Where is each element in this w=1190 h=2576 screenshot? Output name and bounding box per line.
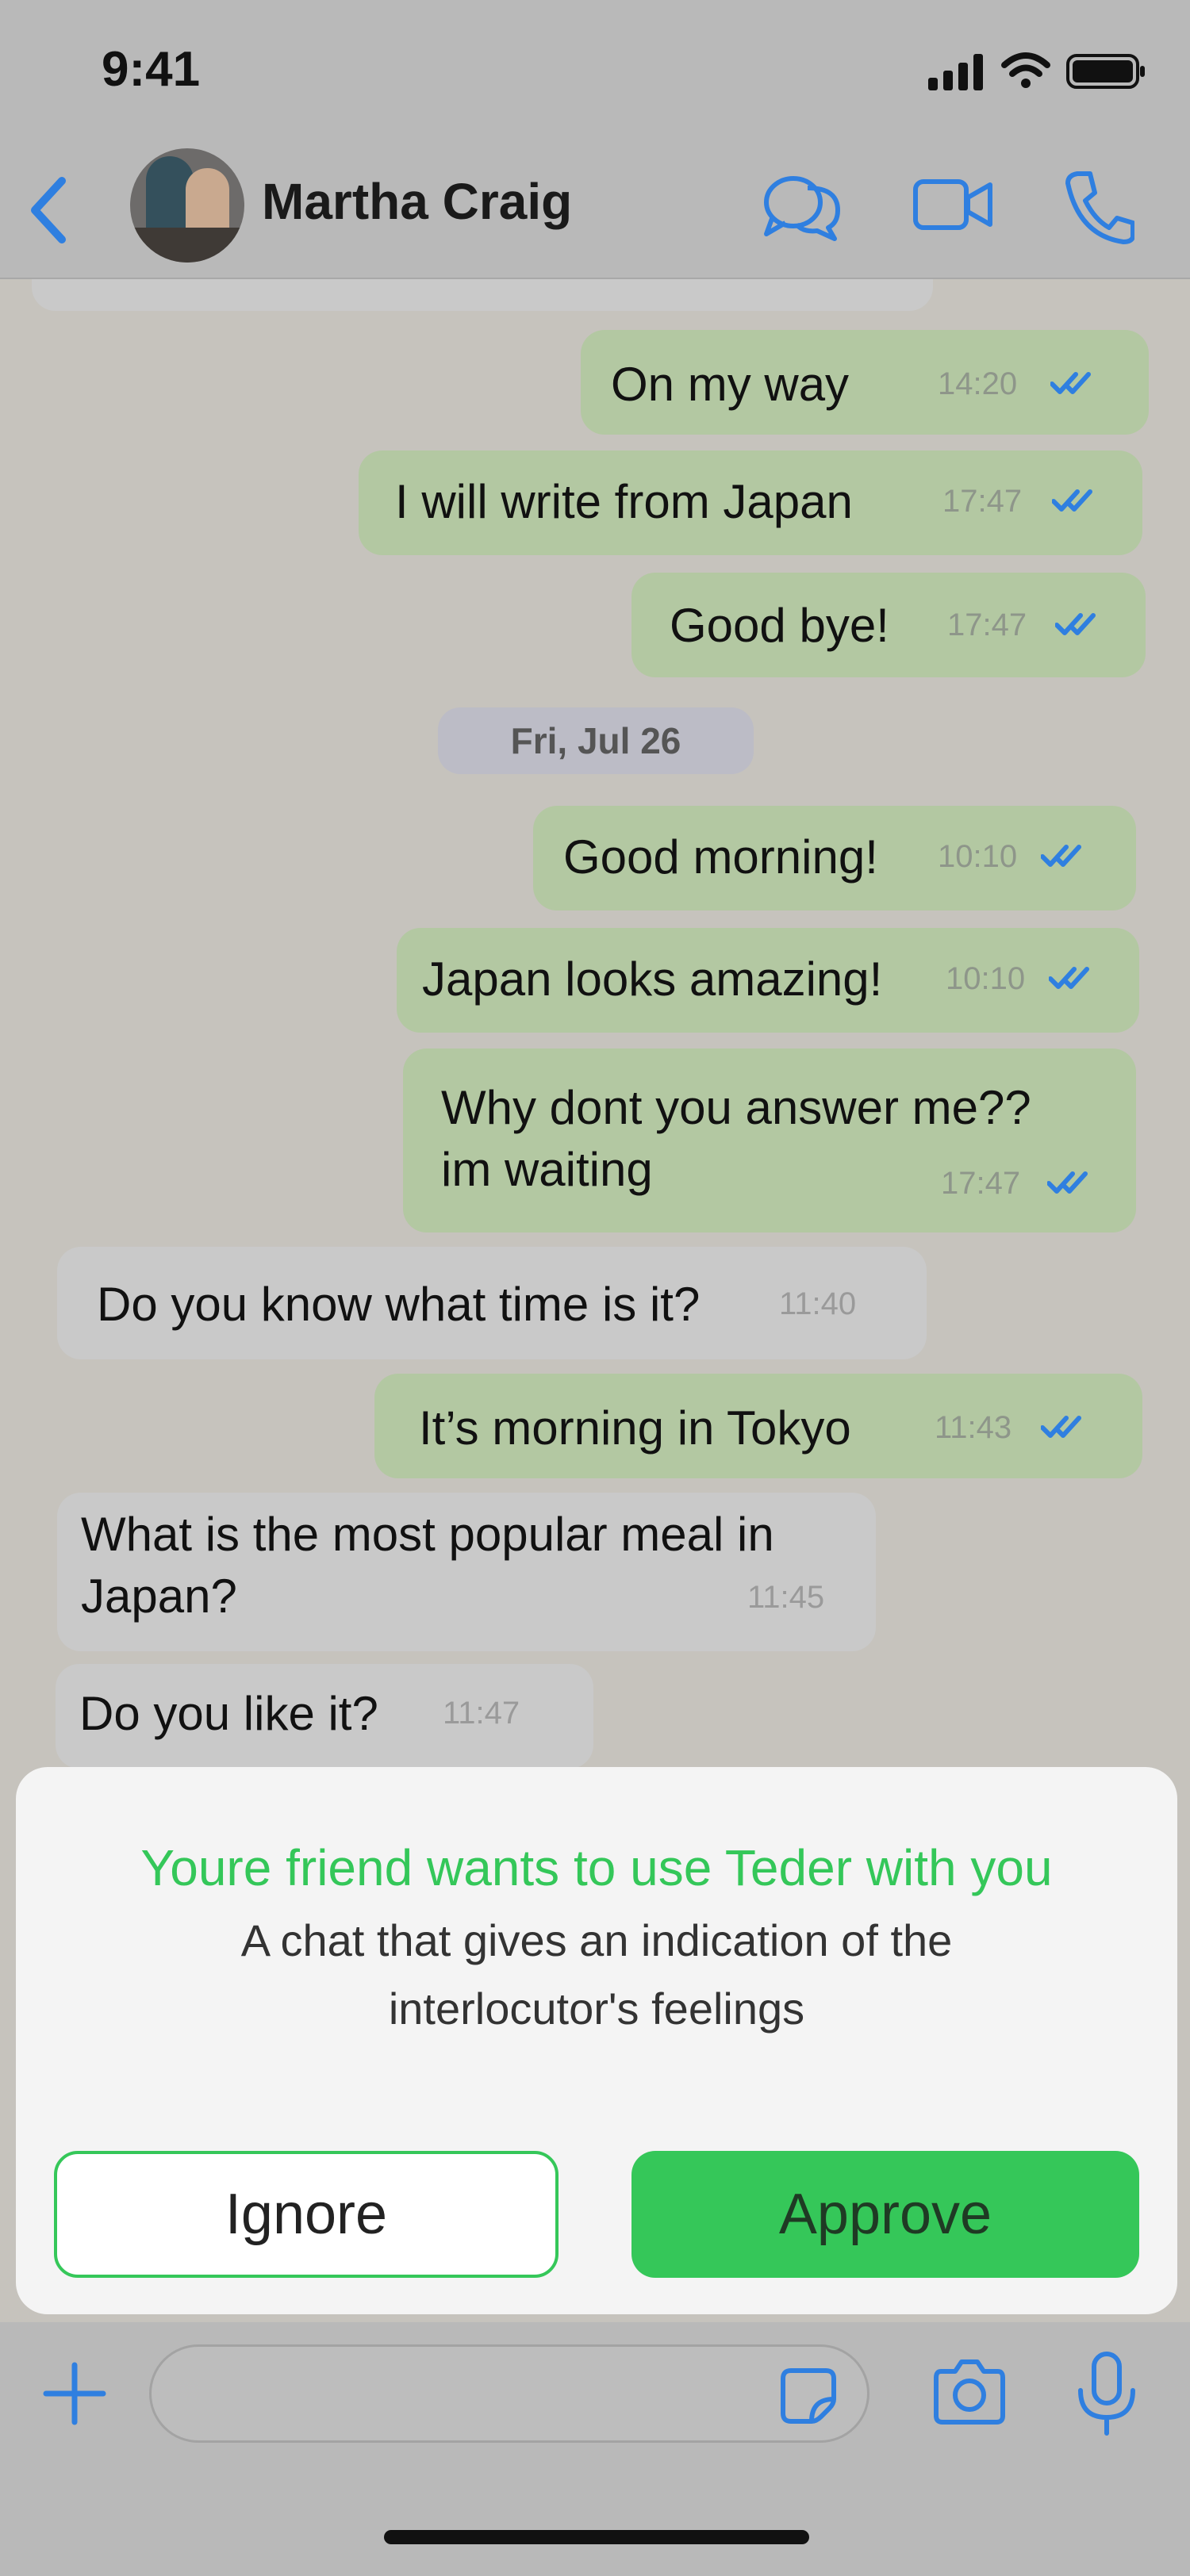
- message-text: It’s morning in Tokyo: [419, 1401, 851, 1455]
- message-time: 11:45: [747, 1580, 825, 1615]
- message-text: Good morning!: [563, 830, 878, 884]
- approve-button[interactable]: Approve: [631, 2151, 1139, 2278]
- double-check-icon: [1052, 489, 1092, 512]
- message-bubble-incoming[interactable]: Do you know what time is it? 11:40: [57, 1247, 927, 1359]
- message-input[interactable]: [149, 2344, 869, 2443]
- contact-name[interactable]: Martha Craig: [262, 172, 572, 231]
- message-time: 14:20: [938, 366, 1018, 401]
- message-bubble-incoming[interactable]: What is the most popular meal in Japan? …: [57, 1493, 876, 1651]
- message-time: 17:47: [942, 484, 1023, 519]
- double-check-icon: [1041, 1416, 1081, 1438]
- message-bubble-outgoing[interactable]: I will write from Japan 17:47: [359, 450, 1142, 555]
- message-bubble-outgoing[interactable]: On my way 14:20: [581, 330, 1149, 435]
- message-text: On my way: [611, 358, 850, 411]
- message-text-line2: Japan?: [81, 1570, 237, 1623]
- double-check-icon: [1041, 845, 1081, 867]
- message-text: Good bye!: [670, 599, 889, 652]
- message-text-line1: Why dont you answer me??: [441, 1081, 1031, 1134]
- invite-dialog: Youre friend wants to use Teder with you…: [16, 1767, 1177, 2314]
- signal-icon: [928, 54, 983, 90]
- back-chevron-icon[interactable]: [24, 174, 71, 246]
- avatar[interactable]: [130, 148, 244, 263]
- message-time: 17:47: [947, 608, 1027, 642]
- message-bubble-outgoing[interactable]: Japan looks amazing! 10:10: [397, 928, 1139, 1033]
- status-bar: 9:41: [0, 0, 1190, 139]
- date-chip: Fri, Jul 26: [438, 707, 754, 774]
- message-text: Do you like it?: [79, 1687, 378, 1740]
- double-check-icon: [1047, 1171, 1088, 1194]
- message-bubble-incoming[interactable]: Do you like it? 11:47: [56, 1664, 593, 1769]
- home-indicator: [384, 2530, 809, 2544]
- message-time: 17:47: [941, 1166, 1021, 1201]
- battery-icon: [1066, 54, 1145, 89]
- message-bubble-partial: [32, 279, 933, 311]
- chat-bubbles-icon[interactable]: [762, 171, 844, 242]
- chat-header: Martha Craig: [0, 139, 1190, 279]
- dialog-description-line1: A chat that gives an indication of the: [240, 1915, 953, 1965]
- message-time: 11:47: [443, 1696, 520, 1731]
- input-bar: [0, 2322, 1190, 2576]
- message-bubble-outgoing[interactable]: Why dont you answer me?? im waiting 17:4…: [403, 1048, 1136, 1232]
- wifi-icon: [1001, 52, 1050, 88]
- message-text-line2: im waiting: [441, 1143, 653, 1196]
- message-bubble-outgoing[interactable]: Good morning! 10:10: [533, 806, 1136, 910]
- message-time: 11:40: [779, 1286, 857, 1321]
- video-call-icon[interactable]: [912, 177, 995, 232]
- ignore-button[interactable]: Ignore: [54, 2151, 559, 2278]
- message-time: 10:10: [946, 961, 1026, 996]
- message-text: Do you know what time is it?: [97, 1278, 701, 1331]
- double-check-icon: [1055, 613, 1096, 635]
- double-check-icon: [1049, 967, 1089, 989]
- dialog-title: Youre friend wants to use Teder with you: [140, 1839, 1053, 1896]
- sticker-icon[interactable]: [780, 2367, 837, 2425]
- message-text: I will write from Japan: [395, 475, 853, 528]
- dialog-description-line2: interlocutor's feelings: [388, 1984, 805, 2034]
- message-text-line1: What is the most popular meal in: [81, 1508, 774, 1561]
- double-check-icon: [1050, 372, 1091, 394]
- message-time: 10:10: [938, 839, 1018, 874]
- plus-icon[interactable]: [43, 2362, 106, 2425]
- phone-icon[interactable]: [1063, 169, 1134, 245]
- message-bubble-outgoing[interactable]: It’s morning in Tokyo 11:43: [374, 1374, 1142, 1478]
- status-time: 9:41: [102, 42, 201, 97]
- message-text: Japan looks amazing!: [422, 953, 883, 1006]
- message-bubble-outgoing[interactable]: Good bye! 17:47: [631, 573, 1146, 677]
- microphone-icon[interactable]: [1074, 2351, 1139, 2438]
- message-time: 11:43: [935, 1410, 1012, 1445]
- camera-icon[interactable]: [933, 2357, 1006, 2425]
